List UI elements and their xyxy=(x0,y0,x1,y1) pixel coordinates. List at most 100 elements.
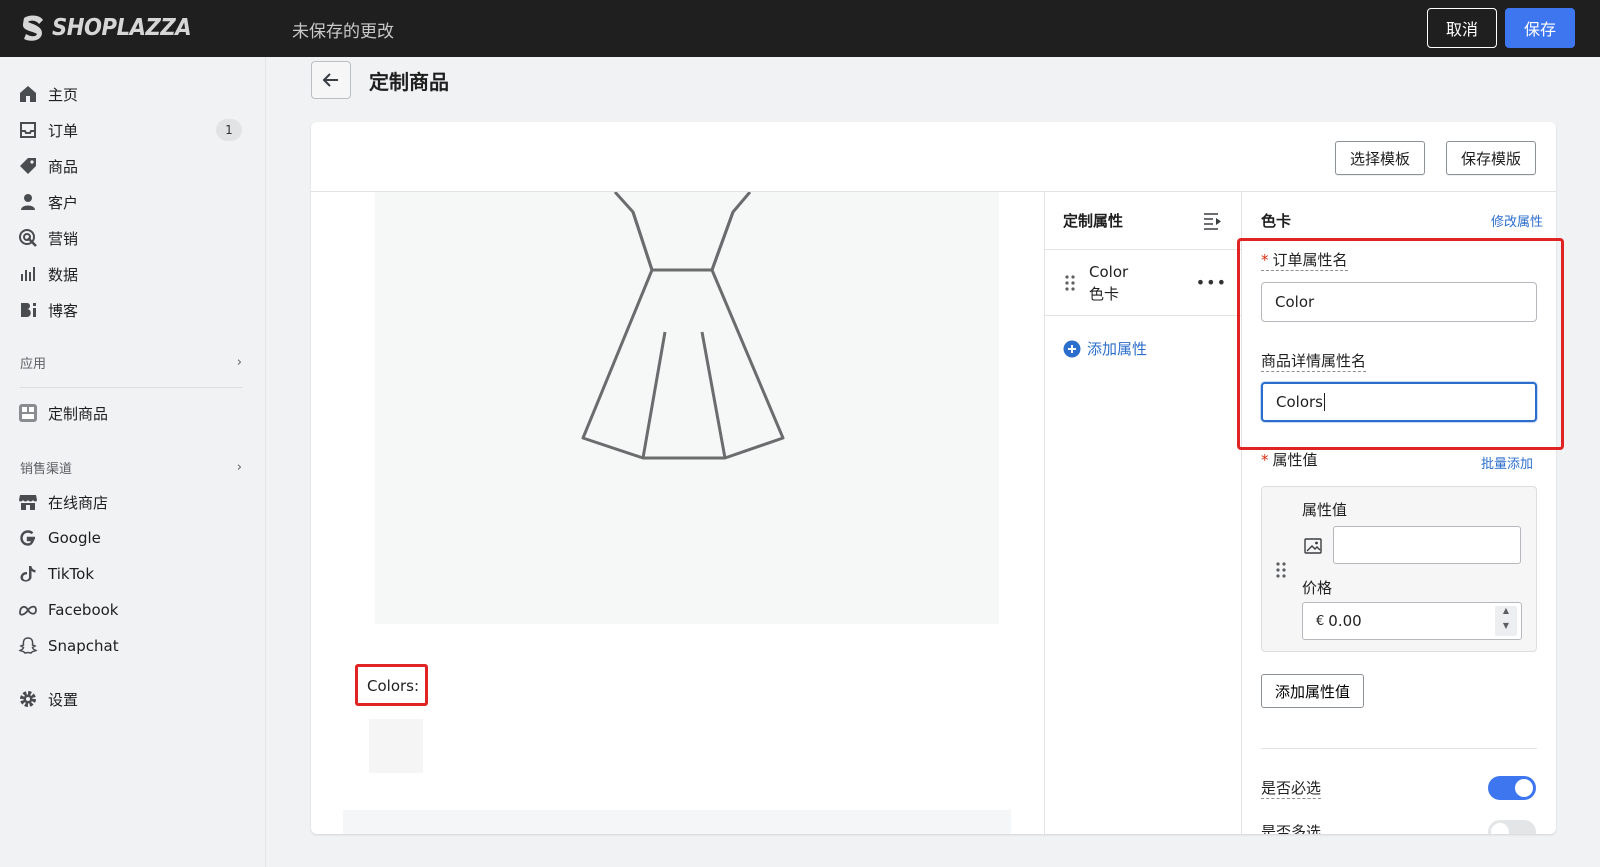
multi-select-label: 是否多选 xyxy=(1261,822,1321,834)
add-attribute-label: 添加属性 xyxy=(1087,340,1148,358)
shoplazza-logo[interactable]: SHOPLAZZA xyxy=(20,12,203,44)
arrow-left-icon xyxy=(322,73,338,87)
preview-canvas: Colors: xyxy=(343,190,1011,810)
drag-handle-icon[interactable] xyxy=(1276,562,1286,578)
apps-section-header[interactable]: 应用 › xyxy=(20,353,242,372)
values-label: * 属性值 xyxy=(1261,450,1318,470)
multi-select-toggle[interactable] xyxy=(1488,820,1536,834)
gear-icon xyxy=(20,691,36,707)
save-template-button[interactable]: 保存模版 xyxy=(1446,141,1537,175)
target-icon xyxy=(19,229,37,247)
value-input[interactable] xyxy=(1333,526,1521,564)
sidebar-item-products[interactable]: 商品 xyxy=(18,152,242,180)
sidebar-item-google[interactable]: Google xyxy=(18,524,242,552)
required-asterisk: * xyxy=(1261,251,1269,269)
store-icon xyxy=(19,495,37,510)
sidebar-item-marketing[interactable]: 营销 xyxy=(18,224,242,252)
sidebar-item-home[interactable]: 主页 xyxy=(18,80,242,108)
increment-icon[interactable]: ▲ xyxy=(1495,606,1517,621)
sidebar-item-tiktok[interactable]: TikTok xyxy=(18,560,242,588)
sidebar-item-label: 商品 xyxy=(48,157,79,176)
attribute-value-item: 属性值 价格 € 0.00 ▲ ▼ xyxy=(1261,486,1537,652)
sidebar-item-custom-product[interactable]: 定制商品 xyxy=(14,399,246,427)
divider xyxy=(1261,748,1537,749)
value-field-label: 属性值 xyxy=(1302,501,1348,519)
attribute-item-color[interactable]: Color 色卡 ••• xyxy=(1045,250,1241,316)
unsaved-changes-text: 未保存的更改 xyxy=(292,22,394,42)
channels-section-header[interactable]: 销售渠道 › xyxy=(20,458,242,477)
sidebar-item-label: 主页 xyxy=(48,85,79,104)
attribute-name: Color xyxy=(1089,262,1129,281)
cancel-button[interactable]: 取消 xyxy=(1427,8,1497,48)
sidebar-item-orders[interactable]: 订单 1 xyxy=(18,116,242,144)
add-attribute-button[interactable]: 添加属性 xyxy=(1045,316,1241,381)
image-upload-icon[interactable] xyxy=(1304,538,1322,554)
attribute-settings-panel: 色卡 修改属性 * 订单属性名 Color 商品详情属性名 Colors * 属性值… xyxy=(1243,192,1556,834)
settings-header: 色卡 修改属性 xyxy=(1261,210,1543,231)
edit-attribute-link[interactable]: 修改属性 xyxy=(1491,211,1543,230)
snapchat-icon xyxy=(18,637,38,654)
price-input[interactable]: € 0.00 ▲ ▼ xyxy=(1302,602,1522,640)
sidebar-item-label: 营销 xyxy=(48,229,79,248)
sidebar-item-label: TikTok xyxy=(48,565,95,583)
required-toggle-label: 是否必选 xyxy=(1261,779,1322,799)
back-button[interactable] xyxy=(311,61,351,99)
required-toggle[interactable] xyxy=(1488,776,1536,800)
currency-symbol: € xyxy=(1316,613,1325,629)
save-button[interactable]: 保存 xyxy=(1505,8,1575,48)
bulk-add-link[interactable]: 批量添加 xyxy=(1481,453,1533,472)
google-icon xyxy=(20,530,35,546)
sidebar-item-blog[interactable]: 博客 xyxy=(18,296,242,324)
more-options-icon[interactable]: ••• xyxy=(1196,273,1227,292)
select-template-button[interactable]: 选择模板 xyxy=(1335,141,1426,175)
price-value: 0.00 xyxy=(1328,612,1362,630)
sidebar-item-settings[interactable]: 设置 xyxy=(18,685,242,713)
logo-mark-icon xyxy=(22,15,43,41)
order-attr-input[interactable]: Color xyxy=(1261,282,1537,322)
attributes-title: 定制属性 xyxy=(1063,212,1124,230)
blog-icon xyxy=(21,303,36,317)
decrement-icon[interactable]: ▼ xyxy=(1495,621,1517,636)
logo-text: SHOPLAZZA xyxy=(52,15,192,41)
sidebar-item-customers[interactable]: 客户 xyxy=(18,188,242,216)
sidebar-item-analytics[interactable]: 数据 xyxy=(18,260,242,288)
settings-title: 色卡 xyxy=(1261,212,1292,230)
price-stepper[interactable]: ▲ ▼ xyxy=(1495,606,1517,636)
bar-chart-icon xyxy=(21,267,35,281)
divider xyxy=(20,387,242,388)
channels-section-label: 销售渠道 xyxy=(20,462,73,477)
top-bar: SHOPLAZZA 未保存的更改 取消 保存 xyxy=(0,0,1600,57)
apps-section-label: 应用 xyxy=(20,357,47,372)
chevron-right-icon: › xyxy=(236,355,242,370)
sidebar-item-snapchat[interactable]: Snapchat xyxy=(18,632,242,660)
values-label-text: 属性值 xyxy=(1272,451,1318,469)
drag-handle-icon[interactable] xyxy=(1065,274,1075,291)
tiktok-icon xyxy=(20,566,36,582)
custom-product-app-icon xyxy=(19,404,37,422)
sidebar-item-label: Google xyxy=(48,529,101,547)
order-attr-label: * 订单属性名 xyxy=(1261,250,1348,271)
detail-attr-input[interactable]: Colors xyxy=(1261,382,1537,422)
sidebar-item-online-store[interactable]: 在线商店 xyxy=(18,488,242,516)
sidebar: 主页 订单 1 商品 客户 营销 数据 博客 应用 › 定制商品 销售渠道 › … xyxy=(0,57,266,867)
inbox-icon xyxy=(20,122,36,138)
product-preview: Colors: xyxy=(343,190,1011,834)
sidebar-item-facebook[interactable]: Facebook xyxy=(18,596,242,624)
sidebar-item-label: 设置 xyxy=(48,690,79,709)
text-caret xyxy=(1323,393,1325,411)
add-value-button[interactable]: 添加属性值 xyxy=(1261,674,1365,708)
tag-icon xyxy=(20,158,36,174)
product-image xyxy=(375,190,999,624)
attribute-item-text: Color 色卡 xyxy=(1089,261,1128,305)
order-attr-value: Color xyxy=(1275,293,1315,311)
custom-attributes-panel: 定制属性 Color 色卡 ••• 添加属性 xyxy=(1044,192,1242,834)
order-attr-label-text: 订单属性名 xyxy=(1272,251,1348,269)
preview-colors-label: Colors: xyxy=(367,677,420,695)
sidebar-item-label: 博客 xyxy=(48,301,79,320)
sidebar-item-label: 订单 xyxy=(48,121,79,140)
detail-attr-value: Colors xyxy=(1276,393,1323,411)
color-swatch[interactable] xyxy=(369,719,423,773)
attribute-type: 色卡 xyxy=(1089,284,1120,303)
sort-list-icon[interactable] xyxy=(1203,212,1223,230)
detail-attr-label: 商品详情属性名 xyxy=(1261,352,1367,372)
